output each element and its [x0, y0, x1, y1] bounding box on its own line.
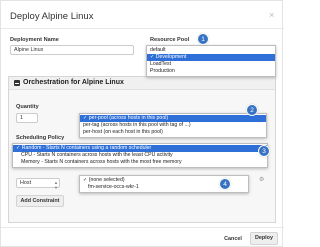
- quantity-scope-dropdown[interactable]: ✓ per-pool (across hosts in this pool) p…: [79, 113, 267, 138]
- step-badge-4: 4: [219, 178, 231, 190]
- cancel-button[interactable]: Cancel: [219, 234, 247, 244]
- resource-pool-option-default[interactable]: default: [147, 47, 275, 54]
- scheduling-option-memory[interactable]: Memory - Starts N containers across host…: [13, 159, 267, 166]
- gear-icon[interactable]: ⚙: [259, 176, 264, 183]
- constraint-type-value: Host: [20, 180, 32, 186]
- scheduling-policy-dropdown[interactable]: ✓ Random - Starts N containers using a r…: [12, 143, 268, 168]
- step-badge-1: 1: [197, 33, 209, 45]
- step-badge-3: 3: [258, 145, 270, 157]
- deploy-button[interactable]: Deploy: [250, 232, 278, 245]
- scheduling-policy-label: Scheduling Policy: [16, 135, 65, 141]
- deployment-name-label: Deployment Name: [10, 37, 59, 43]
- quantity-option-per-tag[interactable]: per-tag (across hosts in this pool with …: [80, 122, 266, 129]
- quantity-input[interactable]: 1: [16, 113, 38, 123]
- quantity-label: Quantity: [16, 104, 39, 110]
- step-badge-2: 2: [246, 104, 258, 116]
- quantity-option-per-pool[interactable]: ✓ per-pool (across hosts in this pool): [80, 115, 266, 122]
- resource-pool-option-production[interactable]: Production: [147, 68, 275, 75]
- footer-divider: [1, 227, 284, 228]
- orchestration-title: Orchestration for Alpine Linux: [23, 79, 124, 86]
- close-icon[interactable]: ×: [269, 10, 274, 20]
- quantity-option-per-host[interactable]: per-host (on each host in this pool): [80, 129, 266, 136]
- scheduling-option-random[interactable]: ✓ Random - Starts N containers using a r…: [13, 145, 267, 152]
- resource-pool-option-label: Development: [155, 54, 187, 60]
- resource-pool-label: Resource Pool: [150, 37, 190, 43]
- deploy-dialog: Deploy Alpine Linux × Deployment Name Al…: [0, 0, 284, 247]
- add-constraint-button[interactable]: Add Constraint: [16, 195, 64, 207]
- collapse-icon[interactable]: [14, 80, 20, 86]
- resource-pool-dropdown[interactable]: default ✓ Development LoadTest Productio…: [146, 45, 276, 77]
- resource-pool-option-loadtest[interactable]: LoadTest: [147, 61, 275, 68]
- chevron-down-icon: ▲ ▼: [54, 180, 58, 190]
- constraint-option-label: (none selected): [88, 177, 125, 183]
- scheduling-option-label: Random - Starts N containers using a ran…: [21, 145, 152, 151]
- quantity-option-label: per-pool (across hosts in this pool): [88, 115, 169, 121]
- resource-pool-option-development[interactable]: ✓ Development: [147, 54, 275, 61]
- dialog-title: Deploy Alpine Linux: [10, 11, 94, 22]
- scheduling-option-cpu[interactable]: CPU - Starts N containers across hosts w…: [13, 152, 267, 159]
- orchestration-panel-header[interactable]: Orchestration for Alpine Linux: [9, 77, 275, 90]
- deployment-name-input[interactable]: Alpine Linux: [10, 45, 134, 55]
- header-divider: [1, 28, 284, 29]
